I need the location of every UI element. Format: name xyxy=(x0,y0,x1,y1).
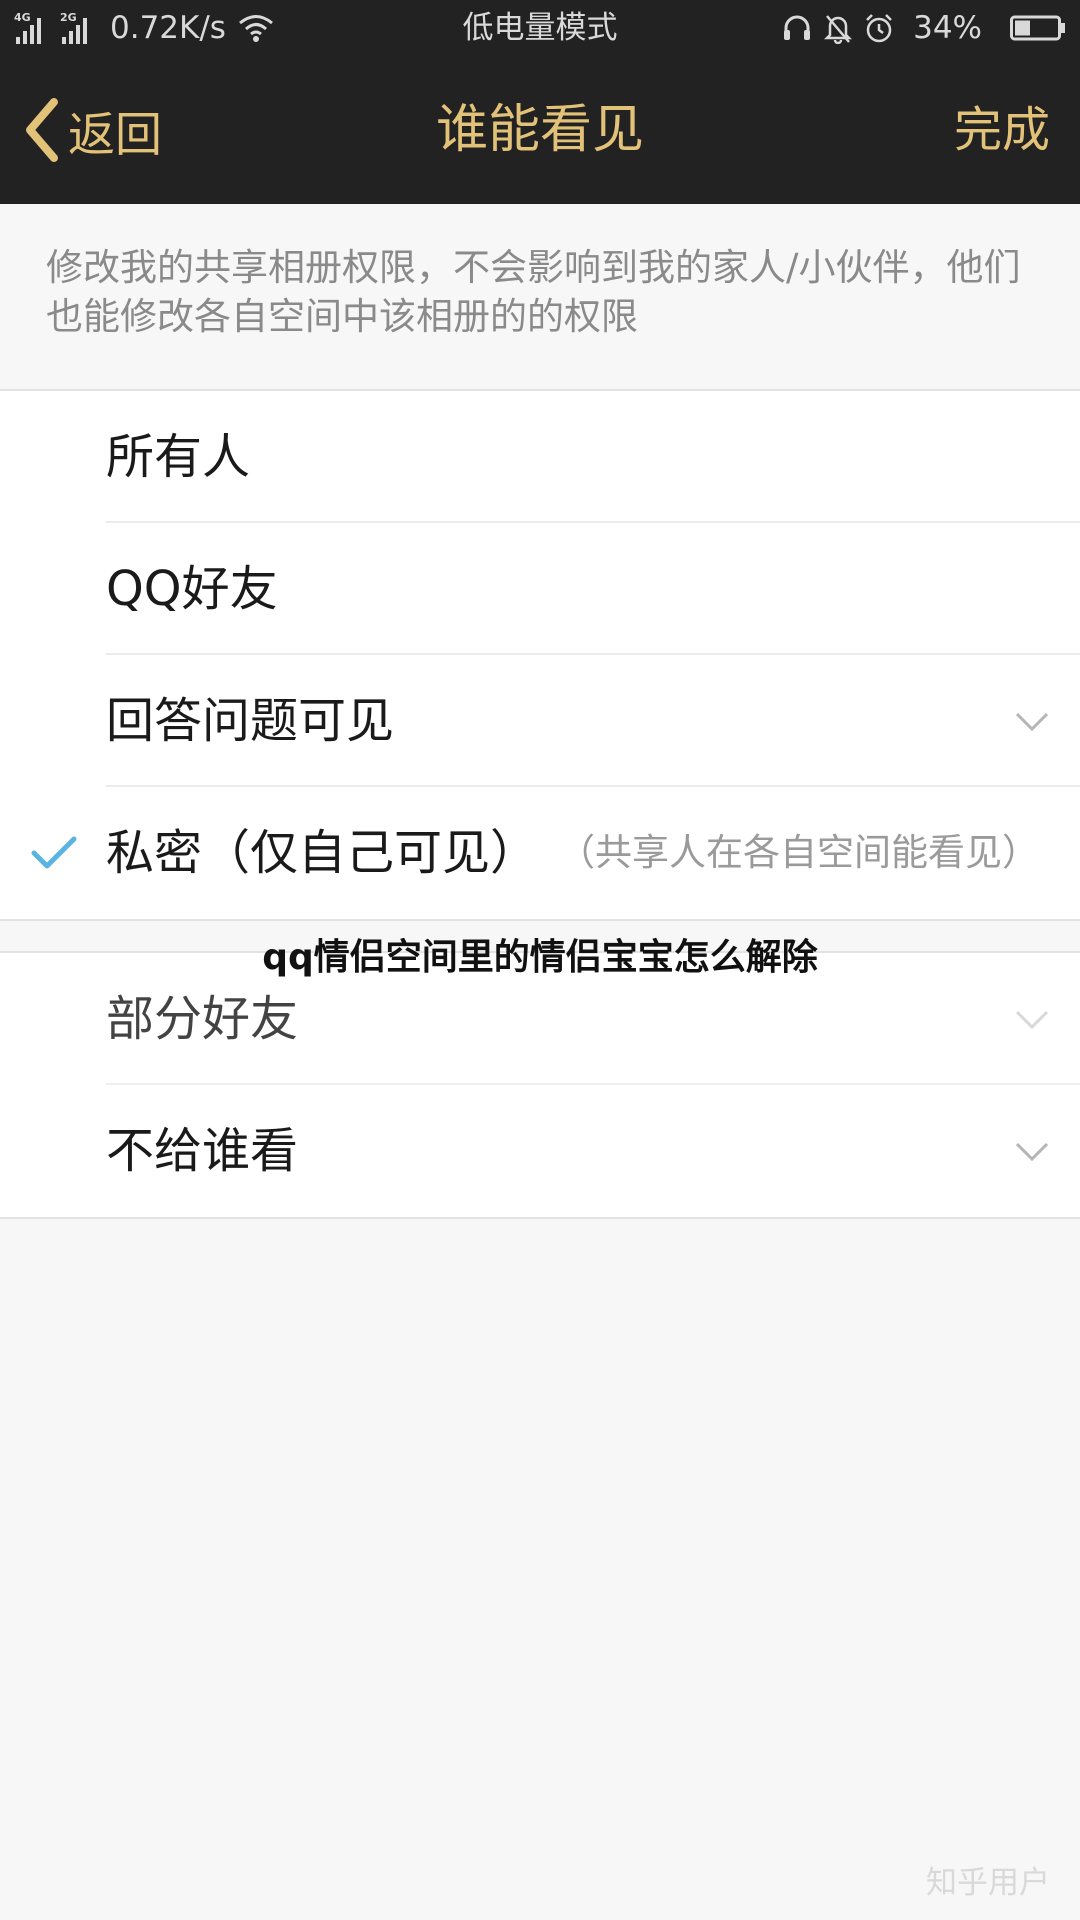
option-answer-question[interactable]: 回答问题可见 xyxy=(0,655,1080,787)
page-title: 谁能看见 xyxy=(435,100,644,160)
navigation-bar: 返回 谁能看见 完成 xyxy=(0,56,1080,204)
done-button[interactable]: 完成 xyxy=(954,96,1050,164)
overlay-caption: qq情侣空间里的情侣宝宝怎么解除 xyxy=(262,937,818,978)
visibility-options-list: 所有人 QQ好友 回答问题可见 私密（仅自己可见） （共享人在各自空间能看见） … xyxy=(0,389,1080,1219)
checkmark-icon xyxy=(31,836,77,869)
option-label: QQ好友 xyxy=(106,561,278,617)
status-bar: 4G 2G 0.72K/s 低电量模式 34% xyxy=(0,0,1080,56)
battery-percentage: 34% xyxy=(913,10,982,46)
option-label: 不给谁看 xyxy=(106,1123,299,1179)
option-hide-from[interactable]: 不给谁看 xyxy=(0,1085,1080,1217)
chevron-down-icon xyxy=(1015,1010,1049,1030)
status-bar-right: 34% xyxy=(771,0,1066,56)
option-label: 私密（仅自己可见） xyxy=(106,825,539,881)
option-everyone[interactable]: 所有人 xyxy=(0,391,1080,523)
option-qq-friends[interactable]: QQ好友 xyxy=(0,523,1080,655)
headset-icon xyxy=(784,15,811,40)
chevron-down-icon xyxy=(1015,1142,1049,1162)
bell-icon xyxy=(824,15,853,44)
option-note: （共享人在各自空间能看见） xyxy=(558,831,1039,874)
permission-description: 修改我的共享相册权限，不会影响到我的家人/小伙伴，他们也能修改各自空间中该相册的… xyxy=(46,246,1021,338)
watermark: 知乎用户 xyxy=(926,1865,1050,1901)
battery-icon xyxy=(1010,15,1065,41)
option-label: 回答问题可见 xyxy=(106,693,395,749)
option-label: 所有人 xyxy=(106,429,251,485)
alarm-icon xyxy=(866,14,892,43)
chevron-down-icon xyxy=(1015,712,1049,732)
option-private[interactable]: 私密（仅自己可见） （共享人在各自空间能看见） xyxy=(0,787,1080,919)
